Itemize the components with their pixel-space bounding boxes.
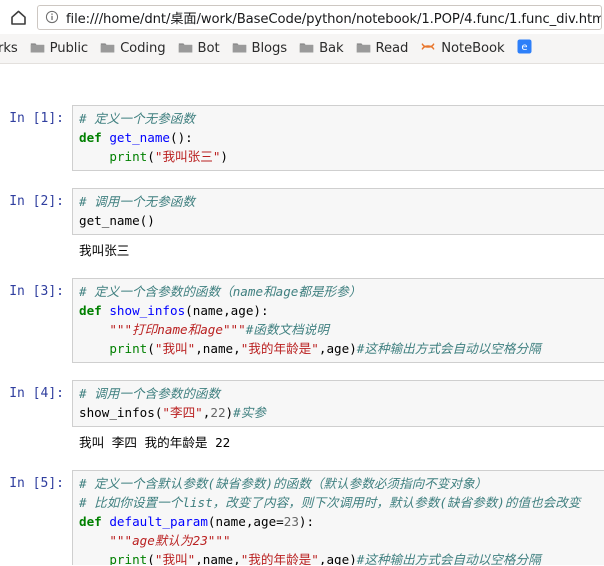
bookmark-label: Bak (319, 41, 344, 56)
cell-spacer (0, 363, 604, 380)
folder-icon (100, 39, 115, 58)
bookmark-item-coding[interactable]: Coding (94, 38, 171, 60)
bookmark-label: Read (375, 41, 409, 56)
url-bar-row: file:///home/dnt/桌面/work/BaseCode/python… (0, 0, 604, 34)
folder-icon (232, 39, 247, 58)
folder-icon (356, 39, 371, 58)
jupyter-icon (420, 39, 436, 58)
bookmark-label: NoteBook (441, 41, 505, 56)
bookmark-item-notebook[interactable]: NoteBook (414, 38, 510, 60)
code-input-area[interactable]: # 调用一个无参函数 get_name() (72, 188, 604, 235)
cell-spacer (0, 171, 604, 188)
code-input-area[interactable]: # 定义一个含参数的函数（name和age都是形参） def show_info… (72, 278, 604, 363)
input-prompt: In [3]: (9, 284, 64, 299)
bookmark-item-public[interactable]: Public (24, 38, 94, 60)
cell-spacer (0, 266, 604, 278)
bookmark-item-bak[interactable]: Bak (293, 38, 349, 60)
bookmark-item-rks[interactable]: rks (0, 38, 24, 60)
bookmark-label: rks (0, 41, 18, 56)
notebook-cell: In [4]: # 调用一个含参数的函数 show_infos("李四",22)… (0, 380, 604, 427)
folder-icon (299, 39, 314, 58)
cell-spacer (0, 458, 604, 470)
bookmark-item-read[interactable]: Read (350, 38, 415, 60)
source-code: # 定义一个含默认参数(缺省参数)的函数（默认参数必须指向不变对象） # 比如你… (79, 476, 581, 565)
notebook-cell: In [2]: # 调用一个无参函数 get_name() (0, 188, 604, 235)
code-input-area[interactable]: # 定义一个含默认参数(缺省参数)的函数（默认参数必须指向不变对象） # 比如你… (72, 470, 604, 565)
cell-output-text: 我叫 李四 我的年龄是 22 (79, 435, 231, 450)
input-prompt: In [5]: (9, 476, 64, 491)
cell-output-row: 我叫张三 (0, 235, 604, 266)
notebook-container: In [1]: # 定义一个无参函数 def get_name(): print… (0, 64, 604, 565)
input-prompt: In [1]: (9, 111, 64, 126)
bookmark-item-bot[interactable]: Bot (172, 38, 226, 60)
bookmark-label: Blogs (251, 41, 288, 56)
bookmark-item-blogs[interactable]: Blogs (226, 38, 294, 60)
source-code: # 定义一个无参函数 def get_name(): print("我叫张三") (79, 111, 228, 164)
bookmarks-bar: rks Public Coding Bot Blogs (0, 34, 604, 64)
folder-icon (178, 39, 193, 58)
source-code: # 定义一个含参数的函数（name和age都是形参） def show_info… (79, 284, 541, 356)
source-code: # 调用一个无参函数 get_name() (79, 194, 195, 228)
address-bar[interactable]: file:///home/dnt/桌面/work/BaseCode/python… (37, 4, 602, 30)
home-icon[interactable] (5, 4, 31, 30)
bookmark-label: Bot (197, 41, 220, 56)
folder-icon (30, 39, 45, 58)
notebook-page: In [1]: # 定义一个无参函数 def get_name(): print… (0, 64, 604, 565)
bookmark-item-blue-app[interactable]: e (511, 38, 538, 60)
cell-output-row: 我叫 李四 我的年龄是 22 (0, 427, 604, 458)
blue-app-icon: e (517, 39, 532, 58)
input-prompt: In [4]: (9, 386, 64, 401)
source-code: # 调用一个含参数的函数 show_infos("李四",22)#实参 (79, 386, 266, 420)
browser-chrome: file:///home/dnt/桌面/work/BaseCode/python… (0, 0, 604, 64)
bookmark-label: Public (49, 41, 89, 56)
svg-text:e: e (521, 42, 527, 53)
notebook-cell: In [5]: # 定义一个含默认参数(缺省参数)的函数（默认参数必须指向不变对… (0, 470, 604, 565)
code-input-area[interactable]: # 定义一个无参函数 def get_name(): print("我叫张三") (72, 105, 604, 171)
url-text: file:///home/dnt/桌面/work/BaseCode/python… (66, 11, 602, 27)
code-input-area[interactable]: # 调用一个含参数的函数 show_infos("李四",22)#实参 (72, 380, 604, 427)
input-prompt: In [2]: (9, 194, 64, 209)
bookmark-label: Coding (120, 41, 166, 56)
notebook-cell: In [1]: # 定义一个无参函数 def get_name(): print… (0, 105, 604, 171)
info-circle-icon (45, 10, 59, 24)
notebook-cell: In [3]: # 定义一个含参数的函数（name和age都是形参） def s… (0, 278, 604, 363)
cell-output-text: 我叫张三 (79, 243, 130, 258)
